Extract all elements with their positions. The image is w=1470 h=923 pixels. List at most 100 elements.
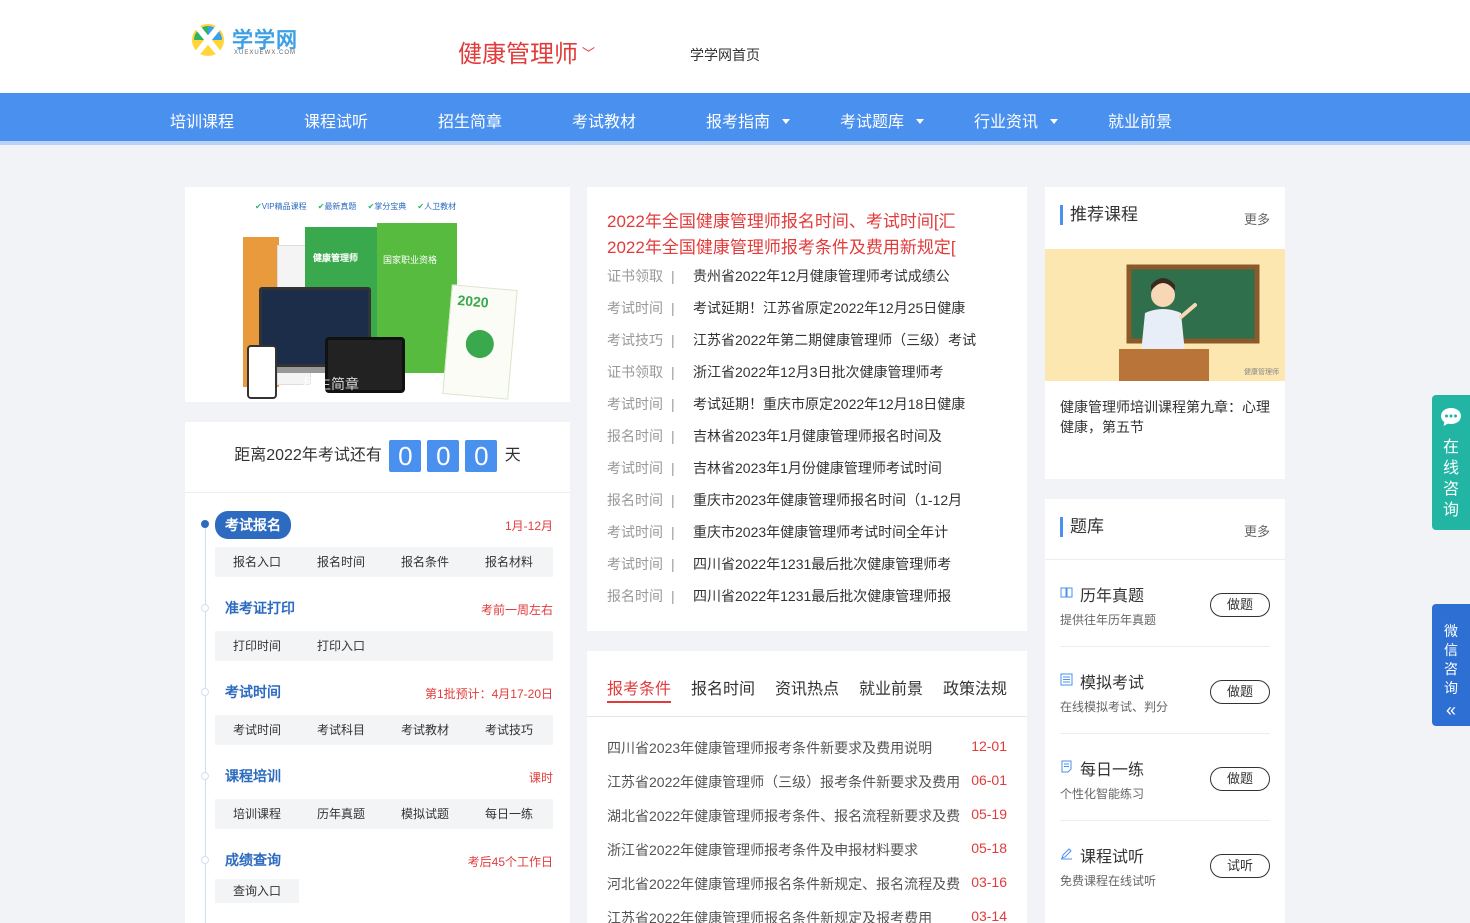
step-link[interactable]: 模拟试题 <box>383 799 467 829</box>
list-item[interactable]: 江苏省2022年健康管理师（三级）报考条件新要求及费用 06-01 <box>607 772 1007 795</box>
step-exam-time: 考试时间 第1批预计：4月17-20日 考试时间 考试科目 考试教材 考试技巧 <box>201 679 553 745</box>
do-questions-button[interactable]: 做题 <box>1210 767 1270 791</box>
nav-item-industry-news[interactable]: 行业资讯 <box>974 108 1059 132</box>
news-item[interactable]: 报名时间 | 吉林省2023年1月健康管理师报名时间及 <box>607 426 1007 446</box>
tab-registration-time[interactable]: 报名时间 <box>691 675 755 699</box>
news-item[interactable]: 考试时间 | 重庆市2023年健康管理师考试时间全年计 <box>607 522 1007 542</box>
list-item[interactable]: 河北省2022年健康管理师报名条件新规定、报名流程及费 03-16 <box>607 874 1007 897</box>
news-item[interactable]: 证书领取 | 贵州省2022年12月健康管理师考试成绩公 <box>607 266 1007 286</box>
nav-label: 培训课程 <box>170 114 235 131</box>
step-link[interactable]: 报名入口 <box>215 547 299 577</box>
list-item[interactable]: 浙江省2022年健康管理师报考条件及申报材料要求 05-18 <box>607 840 1007 863</box>
countdown-row: 距离2022年考试还有 000 天 <box>185 440 570 472</box>
nav-item-admissions[interactable]: 招生简章 <box>438 108 502 132</box>
quiz-item-past-papers: 历年真题 提供往年历年真题 做题 <box>1060 560 1270 647</box>
home-link[interactable]: 学学网首页 <box>690 45 760 65</box>
step-title[interactable]: 课程培训 <box>225 766 281 786</box>
step-title[interactable]: 考试报名 <box>215 511 291 539</box>
question-bank-more-link[interactable]: 更多 <box>1244 521 1270 540</box>
step-link[interactable]: 培训课程 <box>215 799 299 829</box>
nav-item-textbooks[interactable]: 考试教材 <box>572 108 636 132</box>
nav-item-training[interactable]: 培训课程 <box>170 108 234 132</box>
list-title: 湖北省2022年健康管理师报考条件、报名流程新要求及费 <box>607 808 961 824</box>
trial-listen-button[interactable]: 试听 <box>1210 854 1270 878</box>
site-logo[interactable]: 学学网 XUEXUEWX.COM <box>190 22 310 60</box>
headline-link[interactable]: 2022年全国健康管理师报名时间、考试时间[汇 <box>607 207 1007 232</box>
step-link[interactable]: 历年真题 <box>299 799 383 829</box>
news-panel: 2022年全国健康管理师报名时间、考试时间[汇 2022年全国健康管理师报考条件… <box>587 187 1027 631</box>
nav-item-question-bank[interactable]: 考试题库 <box>840 108 925 132</box>
news-item[interactable]: 证书领取 | 浙江省2022年12月3日批次健康管理师考 <box>607 362 1007 382</box>
list-title: 江苏省2022年健康管理师报名条件新规定及报考费用 <box>607 910 933 923</box>
step-note: 考后45个工作日 <box>467 855 553 869</box>
step-link[interactable]: 考试时间 <box>215 715 299 745</box>
step-link[interactable]: 报名材料 <box>467 547 551 577</box>
step-link[interactable]: 报名条件 <box>383 547 467 577</box>
site-header: 学学网 XUEXUEWX.COM 健康管理师 ﹀ 学学网首页 <box>0 0 1470 93</box>
news-item[interactable]: 考试时间 | 四川省2022年1231最后批次健康管理师考 <box>607 554 1007 574</box>
timeline-dot <box>201 688 209 696</box>
recommended-header: 推荐课程 更多 <box>1060 205 1270 229</box>
news-category: 考试时间 <box>607 556 663 572</box>
tabs-divider <box>587 716 1027 717</box>
step-link[interactable]: 打印时间 <box>215 631 299 661</box>
news-item[interactable]: 报名时间 | 重庆市2023年健康管理师报名时间（1-12月 <box>607 490 1007 510</box>
chat-bubble-icon <box>1441 408 1461 426</box>
tab-policies[interactable]: 政策法规 <box>943 675 1007 699</box>
recommended-more-link[interactable]: 更多 <box>1244 209 1270 228</box>
news-item[interactable]: 考试时间 | 考试延期！江苏省原定2022年12月25日健康 <box>607 298 1007 318</box>
caret-down-icon <box>1050 119 1059 124</box>
nav-item-trial[interactable]: 课程试听 <box>304 108 368 132</box>
course-caption-link[interactable]: 健康管理师培训课程第九章：心理健康，第五节 <box>1060 397 1275 437</box>
nav-label: 考试题库 <box>840 114 905 131</box>
step-link[interactable]: 考试教材 <box>383 715 467 745</box>
list-item[interactable]: 四川省2023年健康管理师报考条件新要求及费用说明 12-01 <box>607 738 1007 761</box>
news-item[interactable]: 考试时间 | 吉林省2023年1月份健康管理师考试时间 <box>607 458 1007 478</box>
tab-hot-news[interactable]: 资讯热点 <box>775 675 839 699</box>
step-link[interactable]: 每日一练 <box>467 799 551 829</box>
news-title: 四川省2022年1231最后批次健康管理师考 <box>693 556 952 572</box>
wechat-consult-button[interactable]: 微信咨询 « <box>1432 604 1470 726</box>
step-link[interactable]: 考试技巧 <box>467 715 551 745</box>
nav-item-career[interactable]: 就业前景 <box>1108 108 1172 132</box>
list-item[interactable]: 江苏省2022年健康管理师报名条件新规定及报考费用 03-14 <box>607 908 1007 923</box>
question-bank-panel: 题库 更多 历年真题 提供往年历年真题 做题 模拟考试 在线模拟考试、判分 做题… <box>1045 499 1285 923</box>
tab-requirements[interactable]: 报考条件 <box>607 675 672 703</box>
online-consult-button[interactable]: 在线咨询 <box>1432 395 1470 530</box>
quiz-desc: 个性化智能练习 <box>1060 787 1145 801</box>
quiz-item-mock-exam: 模拟考试 在线模拟考试、判分 做题 <box>1060 647 1270 734</box>
quiz-name: 模拟考试 <box>1080 675 1145 692</box>
news-category: 证书领取 <box>607 268 663 284</box>
nav-label: 就业前景 <box>1108 114 1173 131</box>
news-item[interactable]: 考试技巧 | 江苏省2022年第二期健康管理师（三级）考试 <box>607 330 1007 350</box>
step-title[interactable]: 准考证打印 <box>225 598 295 618</box>
list-date: 05-18 <box>971 840 1007 856</box>
tab-career[interactable]: 就业前景 <box>859 675 923 699</box>
promo-banner[interactable]: ✔VIP精品课程 ✔最新真题 ✔掌分宝典 ✔人卫教材 健康管理师 国家职业资格 … <box>185 187 570 402</box>
step-registration: 考试报名 1月-12月 报名入口 报名时间 报名条件 报名材料 <box>201 511 553 577</box>
step-link[interactable]: 查询入口 <box>215 879 299 903</box>
recommended-title: 推荐课程 <box>1060 205 1138 225</box>
nav-item-guide[interactable]: 报考指南 <box>706 108 791 132</box>
main-nav: 培训课程 课程试听 招生简章 考试教材 报考指南 考试题库 行业资讯 就业前景 <box>0 93 1470 145</box>
list-date: 03-16 <box>971 874 1007 890</box>
quiz-item-course-trial: 课程试听 免费课程在线试听 试听 <box>1060 821 1270 908</box>
headline-link[interactable]: 2022年全国健康管理师报考条件及费用新规定[ <box>607 233 1007 258</box>
list-item[interactable]: 湖北省2022年健康管理师报考条件、报名流程新要求及费 05-19 <box>607 806 1007 829</box>
course-thumbnail[interactable]: 健康管理师 <box>1045 249 1285 381</box>
news-item[interactable]: 报名时间 | 四川省2022年1231最后批次健康管理师报 <box>607 586 1007 606</box>
do-questions-button[interactable]: 做题 <box>1210 593 1270 617</box>
site-title-dropdown[interactable]: 健康管理师 ﹀ <box>458 34 595 69</box>
news-item[interactable]: 考试时间 | 考试延期！重庆市原定2022年12月18日健康 <box>607 394 1007 414</box>
step-link[interactable]: 打印入口 <box>299 631 383 661</box>
check-icon: ✔ <box>255 202 262 211</box>
banner-tags: ✔VIP精品课程 ✔最新真题 ✔掌分宝典 ✔人卫教材 <box>255 201 456 212</box>
step-link[interactable]: 考试科目 <box>299 715 383 745</box>
do-questions-button[interactable]: 做题 <box>1210 680 1270 704</box>
step-title[interactable]: 成绩查询 <box>225 850 281 870</box>
step-title[interactable]: 考试时间 <box>225 682 281 702</box>
news-separator: | <box>671 556 675 572</box>
step-note: 1月-12月 <box>504 519 553 533</box>
step-link[interactable]: 报名时间 <box>299 547 383 577</box>
news-category: 考试时间 <box>607 524 663 540</box>
